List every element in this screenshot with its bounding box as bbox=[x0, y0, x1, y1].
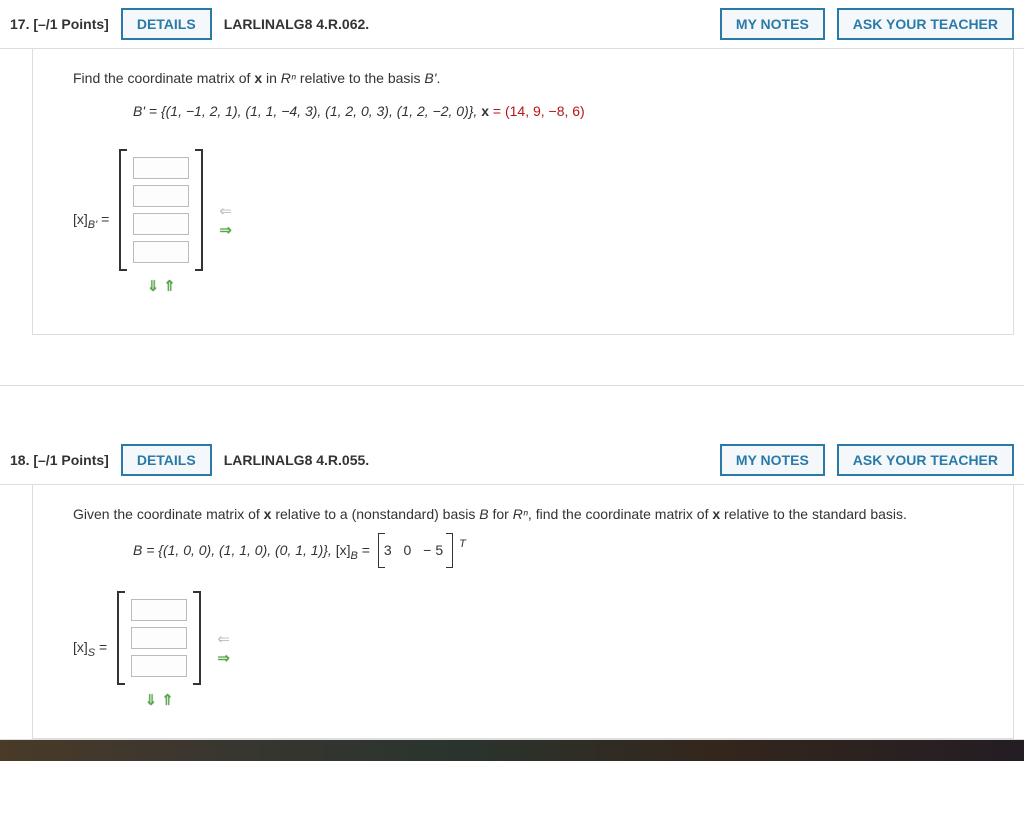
matrix-cell-2[interactable] bbox=[133, 185, 189, 207]
matrix-wrap: ⇓ ⇑ bbox=[117, 591, 201, 708]
arrow-down-icon[interactable]: ⇓ bbox=[147, 279, 160, 294]
taskbar-strip bbox=[0, 740, 1024, 761]
column-arrows: ⇐ ⇒ bbox=[217, 632, 230, 666]
my-notes-button[interactable]: MY NOTES bbox=[720, 8, 825, 40]
answer-row: [x]S = ⇓ ⇑ ⇐ ⇒ bbox=[73, 591, 983, 708]
arrow-up-icon[interactable]: ⇑ bbox=[161, 693, 174, 708]
details-button[interactable]: DETAILS bbox=[121, 444, 212, 476]
question-17: 17. [–/1 Points] DETAILS LARLINALG8 4.R.… bbox=[0, 0, 1024, 386]
answer-matrix bbox=[119, 149, 203, 271]
prompt-text: Find the coordinate matrix of x in Rⁿ re… bbox=[73, 67, 983, 89]
footer-decor bbox=[1018, 740, 1024, 761]
ask-teacher-button[interactable]: ASK YOUR TEACHER bbox=[837, 8, 1014, 40]
bracket-left bbox=[117, 591, 125, 685]
bracket-left bbox=[119, 149, 127, 271]
row-arrows: ⇓ ⇑ bbox=[145, 693, 174, 708]
column-arrows: ⇐ ⇒ bbox=[219, 204, 232, 238]
xb-vector: 3 0 −5 bbox=[378, 536, 453, 565]
matrix-cell-4[interactable] bbox=[133, 241, 189, 263]
matrix-cell-3[interactable] bbox=[133, 213, 189, 235]
question-body: Find the coordinate matrix of x in Rⁿ re… bbox=[32, 49, 1014, 335]
question-number: 18. [–/1 Points] bbox=[10, 452, 109, 468]
matrix-cells bbox=[127, 149, 195, 271]
my-notes-button[interactable]: MY NOTES bbox=[720, 444, 825, 476]
question-reference: LARLINALG8 4.R.055. bbox=[224, 452, 369, 468]
matrix-cell-2[interactable] bbox=[131, 627, 187, 649]
matrix-cell-1[interactable] bbox=[131, 599, 187, 621]
arrow-down-icon[interactable]: ⇓ bbox=[145, 693, 158, 708]
details-button[interactable]: DETAILS bbox=[121, 8, 212, 40]
arrow-left-icon[interactable]: ⇐ bbox=[217, 632, 230, 647]
arrow-right-icon[interactable]: ⇒ bbox=[217, 651, 230, 666]
arrow-up-icon[interactable]: ⇑ bbox=[163, 279, 176, 294]
basis-definition: B' = {(1, −1, 2, 1), (1, 1, −4, 3), (1, … bbox=[133, 99, 983, 124]
basis-definition: B = {(1, 0, 0), (1, 1, 0), (0, 1, 1)}, [… bbox=[133, 535, 983, 567]
matrix-wrap: ⇓ ⇑ bbox=[119, 149, 203, 294]
answer-matrix bbox=[117, 591, 201, 685]
answer-label: [x]S = bbox=[73, 639, 107, 659]
arrow-right-icon[interactable]: ⇒ bbox=[219, 223, 232, 238]
question-reference: LARLINALG8 4.R.062. bbox=[224, 16, 369, 32]
matrix-cells bbox=[125, 591, 193, 685]
ask-teacher-button[interactable]: ASK YOUR TEACHER bbox=[837, 444, 1014, 476]
row-arrows: ⇓ ⇑ bbox=[147, 279, 176, 294]
arrow-left-icon[interactable]: ⇐ bbox=[219, 204, 232, 219]
prompt-text: Given the coordinate matrix of x relativ… bbox=[73, 503, 983, 525]
answer-row: [x]B' = ⇓ ⇑ bbox=[73, 149, 983, 294]
question-number: 17. [–/1 Points] bbox=[10, 16, 109, 32]
question-18: 18. [–/1 Points] DETAILS LARLINALG8 4.R.… bbox=[0, 436, 1024, 740]
answer-label: [x]B' = bbox=[73, 211, 109, 231]
question-header: 17. [–/1 Points] DETAILS LARLINALG8 4.R.… bbox=[0, 0, 1024, 49]
question-header: 18. [–/1 Points] DETAILS LARLINALG8 4.R.… bbox=[0, 436, 1024, 485]
bracket-right bbox=[193, 591, 201, 685]
bracket-right bbox=[195, 149, 203, 271]
matrix-cell-3[interactable] bbox=[131, 655, 187, 677]
question-body: Given the coordinate matrix of x relativ… bbox=[32, 485, 1014, 739]
matrix-cell-1[interactable] bbox=[133, 157, 189, 179]
